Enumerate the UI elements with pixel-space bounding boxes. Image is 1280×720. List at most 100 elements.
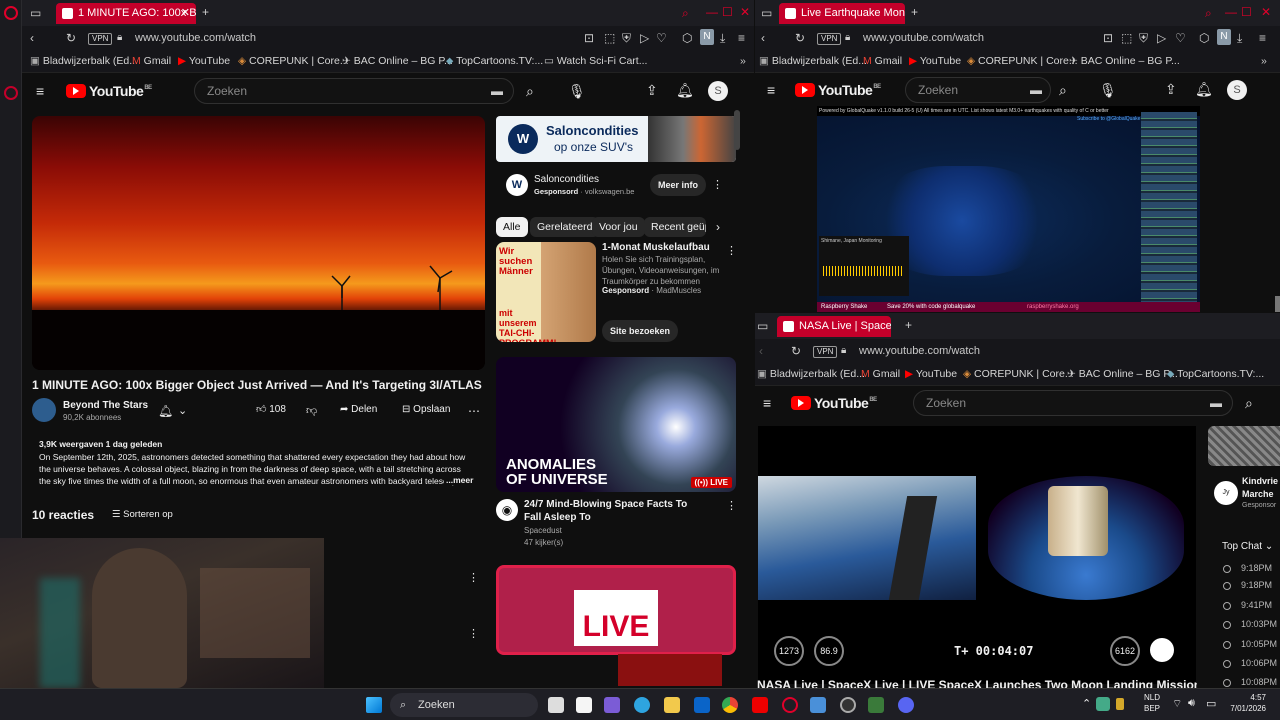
like-button[interactable]: 👍︎ 108 bbox=[256, 403, 286, 415]
battery-icon[interactable]: ▭ bbox=[1206, 697, 1216, 710]
clock[interactable]: 4:57 7/01/2026 bbox=[1224, 692, 1266, 714]
calculator-icon[interactable] bbox=[810, 697, 826, 713]
avatar[interactable]: S bbox=[708, 81, 728, 101]
search-icon[interactable]: ⌕ bbox=[1245, 395, 1253, 411]
bookmark-item[interactable]: ▣ Bladwijzerbalk (Ed... bbox=[30, 55, 138, 67]
obs-icon[interactable] bbox=[840, 697, 856, 713]
maximize-icon[interactable]: ☐ bbox=[722, 5, 733, 19]
minimize-icon[interactable]: — bbox=[706, 5, 718, 19]
url-field[interactable]: www.youtube.com/watch bbox=[863, 32, 984, 44]
search-input[interactable]: Zoeken ▬ bbox=[905, 77, 1051, 103]
profile-icon[interactable]: N bbox=[700, 29, 714, 45]
microphone-icon[interactable]: 🎙︎ bbox=[568, 83, 586, 99]
avatar[interactable]: S bbox=[1227, 80, 1247, 100]
bookmark-item[interactable]: M Gmail bbox=[132, 55, 171, 67]
heart-icon[interactable]: ♡ bbox=[1175, 31, 1186, 45]
more-info-button[interactable]: Meer info bbox=[650, 174, 707, 196]
play-icon[interactable]: ▷ bbox=[1157, 31, 1166, 45]
maximize-icon[interactable]: ☐ bbox=[1241, 5, 1252, 19]
snapshot-icon[interactable]: ⬚ bbox=[1121, 31, 1132, 45]
visit-site-button[interactable]: Site bezoeken bbox=[602, 320, 679, 342]
description-box[interactable]: 3,9K weergaven 1 dag geleden On Septembe… bbox=[32, 434, 485, 488]
profile-icon[interactable]: N bbox=[1217, 29, 1231, 45]
back-icon[interactable]: ‹ bbox=[30, 31, 34, 45]
bookmark-item[interactable]: ✈ BAC Online – BG P... bbox=[342, 55, 453, 67]
comment-menu-icon[interactable]: ⋮ bbox=[468, 570, 479, 586]
bookmark-item[interactable]: ▶ YouTube bbox=[178, 55, 230, 67]
sort-button[interactable]: ☰ Sorteren op bbox=[112, 509, 173, 520]
bookmark-item[interactable]: ▶ YouTube bbox=[905, 368, 957, 380]
bookmark-item[interactable]: ✈ BAC Online – BG P... bbox=[1069, 55, 1180, 67]
reload-icon[interactable]: ↻ bbox=[66, 31, 76, 45]
channel-avatar[interactable] bbox=[32, 398, 56, 422]
youtube-logo[interactable]: YouTube BE bbox=[795, 82, 881, 98]
chevron-down-icon[interactable]: ⌄ bbox=[178, 403, 187, 419]
extensions-icon[interactable]: ⬡ bbox=[1199, 31, 1209, 45]
spacex-video-player[interactable]: 1273 86.9 T+ 00:04:07 6162 bbox=[758, 426, 1196, 684]
ad-banner[interactable]: W Saloncondities op onze SUV's bbox=[496, 116, 736, 162]
tray-app-icon[interactable] bbox=[1116, 698, 1124, 710]
reload-icon[interactable]: ↻ bbox=[795, 31, 805, 45]
chevron-right-icon[interactable]: › bbox=[716, 219, 720, 235]
workspace-icon[interactable]: ▭ bbox=[761, 6, 772, 20]
chip-for-you[interactable]: Voor jou bbox=[592, 217, 645, 237]
bookmark-item[interactable]: ⬥ TopCartoons.TV:... bbox=[1167, 368, 1264, 381]
scrollbar[interactable] bbox=[734, 110, 740, 150]
new-tab-icon[interactable]: + bbox=[202, 5, 209, 19]
vpn-badge[interactable]: VPN bbox=[817, 33, 842, 45]
scrollbar[interactable] bbox=[1275, 296, 1280, 312]
file-explorer-icon[interactable] bbox=[664, 697, 680, 713]
chip-all[interactable]: Alle bbox=[496, 217, 528, 237]
save-button[interactable]: ⊟ Opslaan bbox=[402, 404, 450, 415]
tab-active[interactable]: Live Earthquake Monitorin bbox=[779, 3, 905, 24]
related-thumbnail-1[interactable]: Wir suchen Männer mit unserem TAI-CHI-PR… bbox=[496, 242, 596, 342]
play-icon[interactable]: ▷ bbox=[640, 31, 649, 45]
related-menu-icon[interactable]: ⋮ bbox=[726, 498, 737, 514]
chip-related[interactable]: Gerelateerd bbox=[530, 217, 600, 237]
url-field[interactable]: www.youtube.com/watch bbox=[135, 32, 256, 44]
new-tab-icon[interactable]: + bbox=[905, 318, 912, 332]
new-tab-icon[interactable]: + bbox=[911, 5, 918, 19]
tab-active[interactable]: 1 MINUTE AGO: 100x B ✕ bbox=[56, 3, 196, 24]
microphone-icon[interactable]: 🎙︎ bbox=[1099, 82, 1117, 98]
more-actions-icon[interactable]: ⋯ bbox=[468, 403, 480, 419]
bell-icon[interactable]: 🔔︎ bbox=[158, 403, 173, 419]
close-window-icon[interactable]: ✕ bbox=[1261, 5, 1271, 19]
bookmark-item[interactable]: ◈ COREPUNK | Core... bbox=[238, 55, 349, 67]
task-view-icon[interactable] bbox=[548, 697, 564, 713]
bookmark-item[interactable]: ⬥ TopCartoons.TV:... bbox=[446, 55, 543, 68]
upload-icon[interactable]: ⇪ bbox=[1165, 81, 1177, 97]
extensions-icon[interactable]: ⬡ bbox=[682, 31, 692, 45]
bookmark-item[interactable]: ◈ COREPUNK | Core... bbox=[967, 55, 1078, 67]
hamburger-icon[interactable]: ≡ bbox=[767, 82, 775, 98]
notifications-icon[interactable]: 🔔︎ bbox=[676, 82, 694, 98]
close-window-icon[interactable]: ✕ bbox=[740, 5, 750, 19]
video-player[interactable] bbox=[32, 116, 485, 370]
bookmark-item[interactable]: M Gmail bbox=[863, 55, 902, 67]
menu-icon[interactable]: ≡ bbox=[738, 31, 745, 45]
bookmarks-more-icon[interactable]: » bbox=[740, 55, 746, 67]
bookmark-item[interactable]: ▣ Bladwijzerbalk (Ed... bbox=[759, 55, 867, 67]
show-more-link[interactable]: ...meer bbox=[444, 475, 474, 485]
back-icon[interactable]: ‹ bbox=[759, 344, 763, 358]
download-icon[interactable]: ⤓ bbox=[720, 31, 725, 45]
side-ad-thumbnail[interactable] bbox=[1208, 426, 1280, 466]
opera-icon[interactable] bbox=[782, 697, 798, 713]
discord-icon[interactable] bbox=[898, 697, 914, 713]
earthquake-map-video[interactable]: Powered by GlobalQuake v1.1.0 build 26-5… bbox=[817, 106, 1200, 312]
heart-icon[interactable]: ♡ bbox=[656, 31, 667, 45]
back-icon[interactable]: ‹ bbox=[761, 31, 765, 45]
url-field[interactable]: www.youtube.com/watch bbox=[859, 345, 980, 357]
pin-icon[interactable]: ⊡ bbox=[1103, 31, 1113, 45]
minimize-icon[interactable]: — bbox=[1225, 5, 1237, 19]
youtube-icon[interactable] bbox=[752, 697, 768, 713]
pin-icon[interactable]: ⊡ bbox=[584, 31, 594, 45]
tab-close-icon[interactable]: ✕ bbox=[181, 3, 190, 24]
teams-icon[interactable] bbox=[604, 697, 620, 713]
history-icon[interactable] bbox=[4, 86, 18, 100]
widgets-icon[interactable] bbox=[576, 697, 592, 713]
related-title[interactable]: 1-Monat Muskelaufbau bbox=[602, 242, 710, 253]
hamburger-icon[interactable]: ≡ bbox=[763, 395, 771, 411]
top-chat-dropdown[interactable]: Top Chat ⌄ bbox=[1222, 541, 1273, 552]
tray-app-icon[interactable] bbox=[1096, 697, 1110, 711]
